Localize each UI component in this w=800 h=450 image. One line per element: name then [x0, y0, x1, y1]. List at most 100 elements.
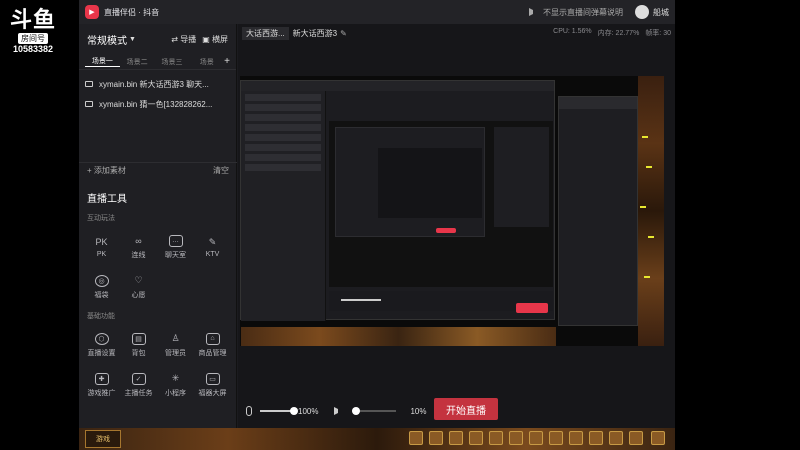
- stage-area: 大话西游... 新大话西游3 ✎ CPU: 1.56% 内存: 22.77% 帧…: [238, 24, 675, 450]
- start-live-button[interactable]: 开始直播: [434, 398, 498, 420]
- mic-icon: ✎: [208, 236, 217, 247]
- avatar[interactable]: [635, 5, 649, 19]
- chevron-down-icon[interactable]: ▼: [129, 36, 136, 43]
- landscape-button[interactable]: ▣ 横屏: [202, 34, 228, 45]
- mic-volume-slider[interactable]: [260, 407, 298, 415]
- tool-game-promo[interactable]: ✚ 游戏推广: [83, 365, 120, 405]
- settings-hex-icon: ⬡: [94, 332, 109, 345]
- game-capture-edge: [638, 76, 664, 346]
- basic-title: 基础功能: [87, 313, 115, 320]
- tool-mini-program[interactable]: ✳ 小程序: [157, 365, 194, 405]
- room-label: 房间号: [18, 33, 48, 44]
- live-tools: 直播工具 互动玩法 PK PK ∞ 连线 … 聊天室 ✎ KTV ◎ 福袋 ♡ 心愿 基础功…: [79, 186, 237, 405]
- game-shortcut-icon[interactable]: [429, 431, 443, 445]
- basic-grid: ⬡ 直播设置 ▤ 背包 ♙ 管理员 ⌂ 商品管理 ✚ 游戏推广 ✓ 主播任务 ✳ 小程序 ▭ 福…: [79, 325, 237, 405]
- tool-label: 福袋: [94, 291, 109, 299]
- list-item[interactable]: xymain.bin 新大话西游3 聊天...: [85, 74, 230, 94]
- monitor-icon: [85, 101, 93, 107]
- slider-knob[interactable]: [352, 407, 361, 415]
- game-taskbar: 游戏: [79, 428, 675, 450]
- tab-scene-1[interactable]: 场景一: [85, 56, 120, 67]
- tool-label: 商品管理: [198, 349, 227, 357]
- tool-label: 心愿: [131, 291, 146, 299]
- tool-lucky-bag[interactable]: ◎ 福袋: [83, 267, 120, 307]
- game-shortcut-icon[interactable]: [409, 431, 423, 445]
- edit-icon[interactable]: ✎: [340, 29, 347, 38]
- spark-icon: ✳: [171, 373, 180, 383]
- game-shortcut-icon[interactable]: [509, 431, 523, 445]
- tool-pk[interactable]: PK PK: [83, 227, 120, 267]
- speaker-icon[interactable]: [334, 407, 342, 415]
- link-icon: ∞: [135, 235, 142, 246]
- tool-live-settings[interactable]: ⬡ 直播设置: [83, 325, 120, 365]
- game-shortcut-icon[interactable]: [529, 431, 543, 445]
- tool-link[interactable]: ∞ 连线: [120, 227, 157, 267]
- clear-button[interactable]: 清空: [213, 165, 229, 176]
- cpu-usage: CPU: 1.56%: [553, 28, 592, 35]
- tool-label: 连线: [131, 251, 146, 259]
- pk-icon: PK: [95, 237, 108, 247]
- tool-label: 福器大屏: [198, 389, 227, 397]
- tab-scene-3[interactable]: 场景三: [155, 57, 190, 67]
- mic-volume: 100%: [298, 406, 319, 416]
- game-shortcut-icon[interactable]: [629, 431, 643, 445]
- username[interactable]: 船城: [653, 7, 669, 18]
- bag-icon: ▤: [131, 332, 146, 345]
- tool-label: 游戏推广: [87, 389, 116, 397]
- tool-label: 管理员: [165, 349, 186, 357]
- tool-label: KTV: [205, 251, 220, 258]
- game-shortcut-icon[interactable]: [449, 431, 463, 445]
- mode-dropdown[interactable]: 常规模式: [87, 32, 127, 47]
- danmu-notice[interactable]: 不显示直播间弹幕说明: [543, 7, 623, 18]
- game-menu-button[interactable]: 游戏: [85, 430, 121, 448]
- nested-capture-side: [558, 96, 638, 326]
- import-button[interactable]: ⇄ 导播: [171, 34, 196, 45]
- cast-icon: ▭: [205, 372, 220, 385]
- speaker-icon[interactable]: [529, 8, 539, 16]
- heart-icon: ♡: [134, 275, 143, 285]
- game-shortcut-icon[interactable]: [609, 431, 623, 445]
- tab-scene-2[interactable]: 场景二: [120, 57, 155, 67]
- scene-tab[interactable]: 大话西游...: [242, 26, 289, 40]
- game-shortcut-icon[interactable]: [549, 431, 563, 445]
- stream-preview[interactable]: [240, 76, 664, 346]
- tool-ktv[interactable]: ✎ KTV: [194, 227, 231, 267]
- add-material-label: 添加素材: [93, 166, 126, 175]
- game-shortcut-icon[interactable]: [569, 431, 583, 445]
- game-shortcut-icon[interactable]: [469, 431, 483, 445]
- tool-admin[interactable]: ♙ 管理员: [157, 325, 194, 365]
- tool-host-task[interactable]: ✓ 主播任务: [120, 365, 157, 405]
- list-item[interactable]: xymain.bin 猜一色[132828262...: [85, 94, 230, 114]
- frame-rate: 帧率: 30: [645, 30, 671, 37]
- tool-label: 小程序: [165, 389, 186, 397]
- speaker-volume: 10%: [410, 406, 427, 416]
- memory-usage: 内存: 22.77%: [597, 30, 640, 37]
- left-panel: 常规模式 ▼ ⇄ 导播 ▣ 横屏 场景一 场景二 场景三 场景 + xymain…: [79, 24, 237, 450]
- tool-goods[interactable]: ⌂ 商品管理: [194, 325, 231, 365]
- source-label: xymain.bin 新大话西游3 聊天...: [99, 79, 209, 89]
- lock-icon: ◎: [94, 274, 109, 287]
- tool-wish[interactable]: ♡ 心愿: [120, 267, 157, 307]
- scene-bar: 大话西游... 新大话西游3 ✎ CPU: 1.56% 内存: 22.77% 帧…: [238, 24, 675, 42]
- game-shortcut-icon[interactable]: [489, 431, 503, 445]
- tool-label: 聊天室: [165, 251, 186, 259]
- douyu-logo: 斗鱼: [9, 8, 56, 33]
- streaming-companion-window: ▶ 直播伴侣 · 抖音 不显示直播间弹幕说明 船城 常规模式 ▼ ⇄ 导播 ▣ …: [79, 0, 675, 450]
- scene-name: 新大话西游3: [292, 28, 338, 38]
- interactive-title: 互动玩法: [87, 215, 115, 222]
- game-shortcut-icon[interactable]: [651, 431, 665, 445]
- shop-icon: ⌂: [205, 332, 220, 345]
- add-scene-icon[interactable]: +: [224, 56, 230, 67]
- tool-big-screen[interactable]: ▭ 福器大屏: [194, 365, 231, 405]
- tab-scene-4[interactable]: 场景: [189, 57, 224, 67]
- slider-knob[interactable]: [290, 407, 298, 415]
- system-stats: CPU: 1.56% 内存: 22.77% 帧率: 30: [553, 28, 671, 38]
- title-bar: ▶ 直播伴侣 · 抖音 不显示直播间弹幕说明 船城: [79, 0, 675, 24]
- add-material-button[interactable]: + 添加素材: [87, 165, 126, 176]
- tool-backpack[interactable]: ▤ 背包: [120, 325, 157, 365]
- microphone-icon[interactable]: [246, 406, 252, 416]
- speaker-volume-slider[interactable]: [352, 407, 397, 415]
- tool-chatroom[interactable]: … 聊天室: [157, 227, 194, 267]
- game-shortcut-icon[interactable]: [589, 431, 603, 445]
- tool-label: 直播设置: [87, 349, 116, 357]
